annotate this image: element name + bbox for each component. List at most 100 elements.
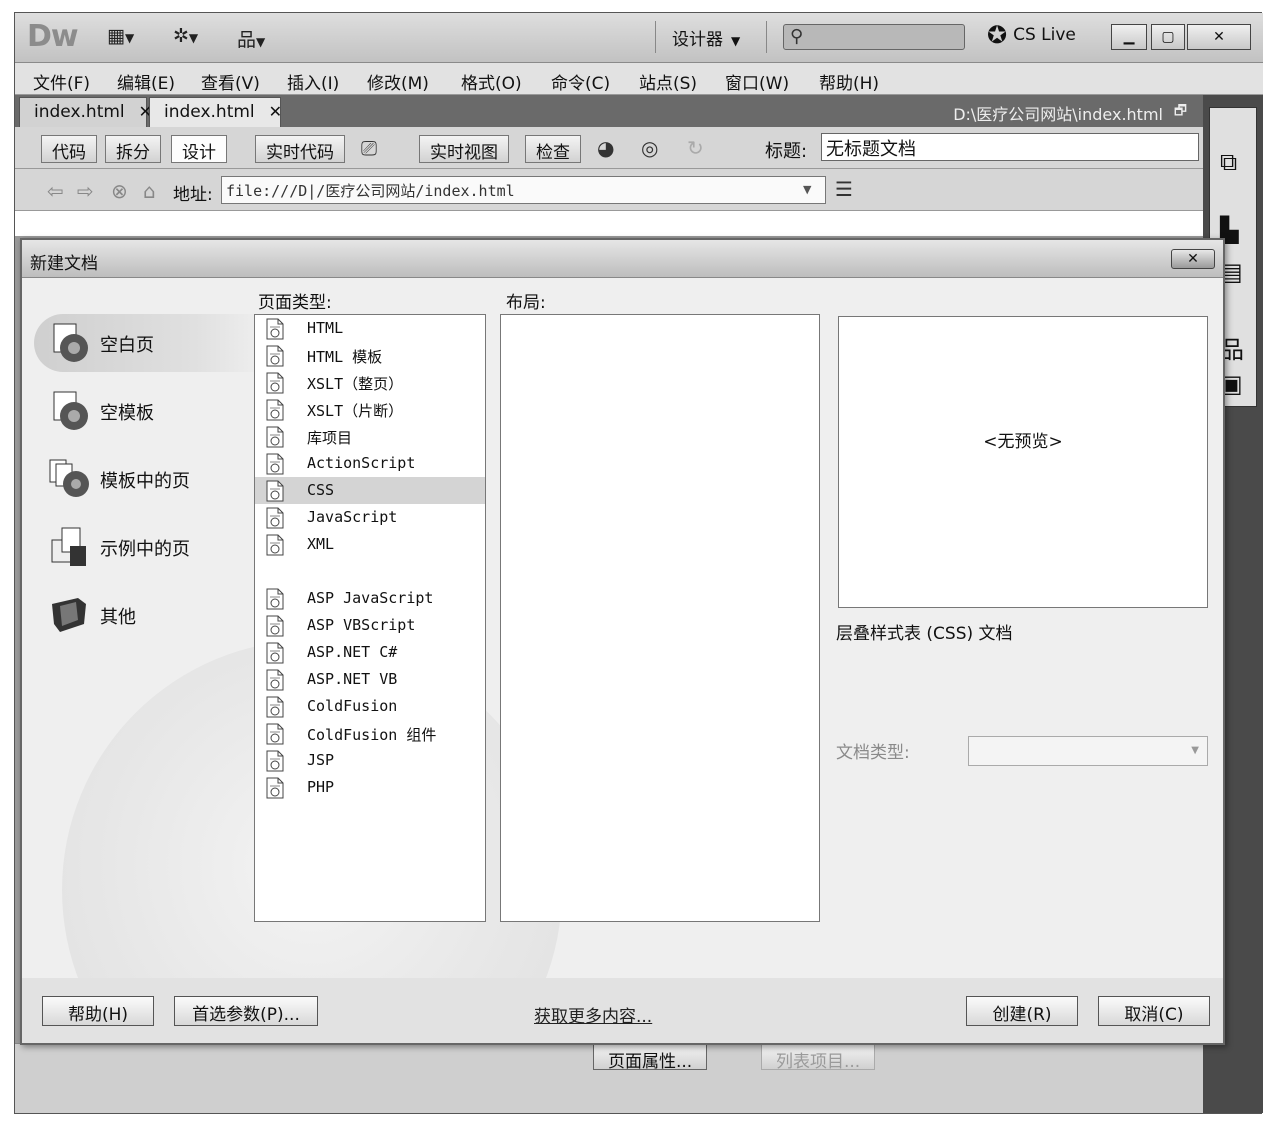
inspect-button[interactable]: 检查 bbox=[525, 135, 581, 163]
app-title-bar: Dw ▦▼ ✲▼ 品▼ 设计器 ▼ ⚲ ✪ CS Live ▁ ▢ ✕ bbox=[15, 13, 1263, 63]
category-blank-template[interactable]: 空模板 bbox=[34, 382, 264, 440]
chevron-down-icon: ▼ bbox=[1191, 745, 1199, 756]
tab-label: index.html bbox=[34, 102, 125, 122]
page-type-label: ColdFusion 组件 bbox=[307, 726, 437, 744]
page-type-item[interactable]: XSLT（片断） bbox=[255, 396, 485, 423]
restore-icon[interactable]: 🗗 bbox=[1174, 100, 1187, 124]
extend-menu-icon[interactable]: ✲▼ bbox=[173, 25, 198, 47]
preview-browser-icon[interactable]: ◕ bbox=[597, 136, 614, 160]
page-type-label: ASP VBScript bbox=[307, 616, 416, 634]
forward-icon[interactable]: ⇨ bbox=[77, 179, 94, 203]
page-type-label: 库项目 bbox=[307, 429, 353, 447]
document-tab[interactable]: index.html ✕ bbox=[19, 97, 152, 127]
menu-window[interactable]: 窗口(W) bbox=[725, 69, 789, 94]
page-type-list[interactable]: HTML HTML 模板 XSLT（整页） XSLT（片断） 库项目 ActionScri… bbox=[254, 314, 486, 922]
refresh-icon[interactable]: ↻ bbox=[687, 136, 704, 160]
menu-bar: 文件(F) 编辑(E) 查看(V) 插入(I) 修改(M) 格式(O) 命令(C… bbox=[15, 63, 1263, 95]
document-tab-active[interactable]: index.html ✕ bbox=[149, 97, 282, 127]
home-icon[interactable]: ⌂ bbox=[143, 179, 156, 203]
document-file-icon bbox=[266, 588, 284, 610]
site-menu-icon[interactable]: 品▼ bbox=[237, 25, 265, 52]
document-file-icon bbox=[266, 777, 284, 799]
document-file-icon bbox=[266, 696, 284, 718]
layout-menu-icon[interactable]: ▦▼ bbox=[107, 25, 134, 47]
design-view-button[interactable]: 设计 bbox=[171, 135, 227, 163]
page-type-label: JavaScript bbox=[307, 508, 398, 526]
category-page-from-sample[interactable]: 示例中的页 bbox=[34, 518, 264, 576]
page-type-item[interactable]: ColdFusion bbox=[255, 693, 485, 720]
page-type-item[interactable]: 库项目 bbox=[255, 423, 485, 450]
page-properties-button[interactable]: 页面属性... bbox=[593, 1044, 708, 1072]
browser-nav-options-icon[interactable]: ☰ bbox=[835, 177, 853, 201]
document-file-icon bbox=[266, 669, 284, 691]
menu-format[interactable]: 格式(O) bbox=[461, 69, 522, 94]
dialog-close-button[interactable]: ✕ bbox=[1171, 249, 1215, 269]
doc-title-label: 标题: bbox=[765, 141, 808, 162]
page-type-item[interactable]: JSP bbox=[255, 747, 485, 774]
menu-insert[interactable]: 插入(I) bbox=[287, 69, 339, 94]
check-browser-icon[interactable]: ⎚ bbox=[361, 136, 377, 160]
code-view-button[interactable]: 代码 bbox=[41, 135, 97, 163]
get-more-content-link[interactable]: 获取更多内容... bbox=[534, 1002, 652, 1027]
menu-view[interactable]: 查看(V) bbox=[201, 69, 260, 94]
page-type-item[interactable]: ActionScript bbox=[255, 450, 485, 477]
menu-help[interactable]: 帮助(H) bbox=[819, 69, 879, 94]
split-view-button[interactable]: 拆分 bbox=[105, 135, 161, 163]
back-icon[interactable]: ⇦ bbox=[47, 179, 64, 203]
page-type-label: XSLT（整页） bbox=[307, 375, 404, 393]
design-view-canvas[interactable] bbox=[15, 211, 1203, 236]
doc-title-input[interactable]: 无标题文档 bbox=[821, 133, 1199, 161]
layout-list[interactable] bbox=[500, 314, 820, 922]
page-type-item[interactable]: ASP.NET C# bbox=[255, 639, 485, 666]
category-other[interactable]: 其他 bbox=[34, 586, 264, 644]
close-tab-icon[interactable]: ✕ bbox=[269, 102, 282, 121]
page-type-item[interactable]: ASP JavaScript bbox=[255, 585, 485, 612]
page-type-item[interactable]: HTML 模板 bbox=[255, 342, 485, 369]
menu-file[interactable]: 文件(F) bbox=[33, 69, 90, 94]
page-type-label: ASP JavaScript bbox=[307, 589, 434, 607]
live-view-button[interactable]: 实时视图 bbox=[419, 135, 509, 163]
close-window-button[interactable]: ✕ bbox=[1187, 24, 1251, 50]
category-blank-page[interactable]: 空白页 bbox=[34, 314, 264, 372]
document-tab-bar: index.html ✕ index.html ✕ D:\医疗公司网站\index.… bbox=[15, 95, 1203, 127]
list-item-button[interactable]: 列表项目... bbox=[761, 1044, 876, 1072]
menu-edit[interactable]: 编辑(E) bbox=[117, 69, 175, 94]
page-type-item[interactable]: PHP bbox=[255, 774, 485, 801]
create-button[interactable]: 创建(R) bbox=[966, 996, 1078, 1026]
address-input[interactable]: file:///D|/医疗公司网站/index.html bbox=[221, 176, 826, 204]
menu-site[interactable]: 站点(S) bbox=[639, 69, 697, 94]
cs-live-button[interactable]: ✪ CS Live bbox=[987, 21, 1076, 49]
cs-live-label: CS Live bbox=[1013, 25, 1076, 45]
page-type-item[interactable]: XSLT（整页） bbox=[255, 369, 485, 396]
address-bar: ⇦ ⇨ ⊗ ⌂ 地址: file:///D|/医疗公司网站/index.html… bbox=[15, 169, 1203, 211]
workspace-switcher[interactable]: 设计器 ▼ bbox=[655, 21, 767, 53]
menu-commands[interactable]: 命令(C) bbox=[551, 69, 610, 94]
doctype-select[interactable]: ▼ bbox=[968, 736, 1208, 766]
document-file-icon bbox=[266, 723, 284, 745]
page-type-item[interactable]: ASP VBScript bbox=[255, 612, 485, 639]
page-type-item[interactable]: XML bbox=[255, 531, 485, 558]
help-button[interactable]: 帮助(H) bbox=[42, 996, 154, 1026]
cancel-button[interactable]: 取消(C) bbox=[1098, 996, 1210, 1026]
stop-icon[interactable]: ⊗ bbox=[111, 179, 128, 203]
page-type-label: ColdFusion bbox=[307, 697, 398, 715]
help-search-input[interactable]: ⚲ bbox=[783, 24, 965, 50]
document-description: 层叠样式表 (CSS) 文档 bbox=[836, 624, 1013, 644]
page-type-label: 页面类型: bbox=[258, 293, 332, 313]
page-type-item[interactable]: JavaScript bbox=[255, 504, 485, 531]
maximize-button[interactable]: ▢ bbox=[1151, 24, 1185, 50]
insert-panel-icon[interactable]: ⧉ bbox=[1220, 148, 1237, 176]
page-type-item[interactable]: HTML bbox=[255, 315, 485, 342]
page-type-item[interactable]: ASP.NET VB bbox=[255, 666, 485, 693]
minimize-button[interactable]: ▁ bbox=[1111, 24, 1147, 50]
page-type-item[interactable]: ColdFusion 组件 bbox=[255, 720, 485, 747]
page-type-label: HTML 模板 bbox=[307, 348, 383, 366]
category-page-from-template[interactable]: 模板中的页 bbox=[34, 450, 264, 508]
visual-aids-icon[interactable]: ◎ bbox=[641, 136, 658, 160]
preferences-button[interactable]: 首选参数(P)... bbox=[174, 996, 318, 1026]
page-type-item[interactable]: CSS bbox=[255, 477, 485, 504]
chevron-down-icon[interactable]: ▼ bbox=[803, 183, 811, 196]
menu-modify[interactable]: 修改(M) bbox=[367, 69, 429, 94]
preview-pane: <无预览> bbox=[838, 316, 1208, 608]
live-code-button[interactable]: 实时代码 bbox=[255, 135, 345, 163]
